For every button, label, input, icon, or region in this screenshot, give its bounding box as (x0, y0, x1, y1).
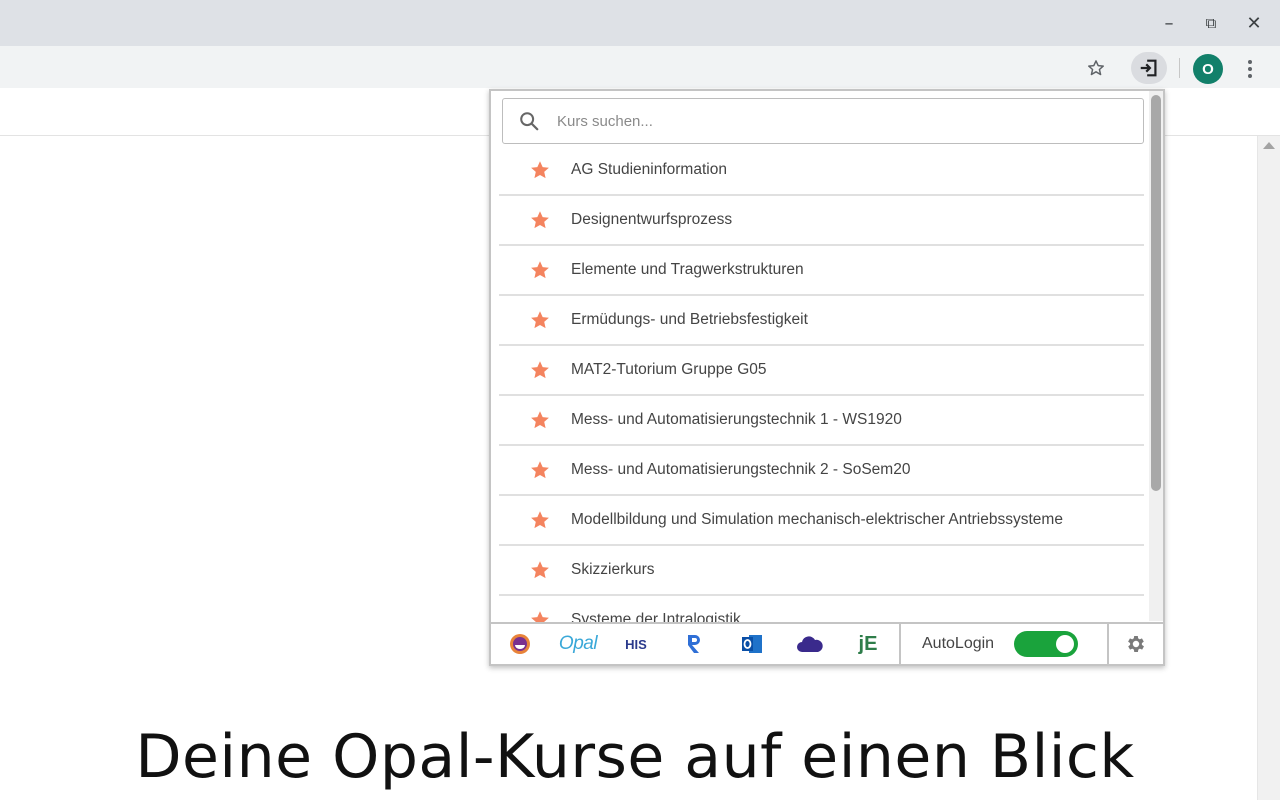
r-link[interactable] (665, 632, 723, 656)
course-label: Modellbildung und Simulation mechanisch-… (571, 511, 1063, 528)
r-icon (688, 635, 700, 653)
course-item[interactable]: Systeme der Intralogistik (499, 596, 1144, 622)
cloud-link[interactable] (781, 634, 839, 654)
course-label: Mess- und Automatisierungstechnik 1 - WS… (571, 411, 902, 428)
search-icon (503, 110, 555, 132)
course-item[interactable]: MAT2-Tutorium Gruppe G05 (499, 346, 1144, 396)
outlook-link[interactable] (723, 633, 781, 655)
favorite-star-icon[interactable] (529, 459, 557, 481)
outlook-icon (742, 635, 762, 653)
course-item[interactable]: Mess- und Automatisierungstechnik 1 - WS… (499, 396, 1144, 446)
gear-icon (1128, 636, 1144, 652)
opal-logo: Opal (558, 633, 598, 654)
favorite-star-icon[interactable] (529, 159, 557, 181)
course-label: AG Studieninformation (571, 161, 727, 178)
address-bar[interactable] (0, 50, 1118, 84)
restore-button[interactable]: ⧉ (1195, 8, 1227, 38)
course-item[interactable]: Ermüdungs- und Betriebsfestigkeit (499, 296, 1144, 346)
popup-scrollbar[interactable] (1149, 91, 1163, 621)
course-label: Skizzierkurs (571, 561, 655, 578)
course-label: Designentwurfsprozess (571, 211, 733, 228)
service-links: Opal HIS jE (491, 624, 901, 664)
avatar-initial: O (1202, 60, 1214, 78)
mensa-link[interactable] (491, 632, 549, 656)
close-window-button[interactable]: ✕ (1238, 8, 1270, 38)
course-label: MAT2-Tutorium Gruppe G05 (571, 361, 767, 378)
his-link[interactable]: HIS (607, 637, 665, 652)
course-item[interactable]: Modellbildung und Simulation mechanisch-… (499, 496, 1144, 546)
profile-avatar[interactable]: O (1193, 54, 1223, 84)
favorite-star-icon[interactable] (529, 259, 557, 281)
course-search-box[interactable] (502, 98, 1144, 144)
settings-button[interactable] (1109, 624, 1163, 664)
his-logo: HIS (625, 636, 647, 652)
mensa-icon (510, 634, 530, 654)
toolbar-divider (1179, 58, 1180, 78)
close-icon: ✕ (1246, 12, 1262, 34)
popup-scrollbar-thumb[interactable] (1151, 95, 1161, 491)
page-scrollbar[interactable] (1257, 136, 1280, 800)
favorite-star-icon[interactable] (529, 509, 557, 531)
course-label: Systeme der Intralogistik (571, 611, 741, 622)
course-list: AG Studieninformation Designentwurfsproze… (499, 146, 1144, 622)
toggle-knob (1056, 635, 1075, 653)
course-label: Mess- und Automatisierungstechnik 2 - So… (571, 461, 911, 478)
autologin-toggle[interactable] (1014, 631, 1079, 657)
course-label: Elemente und Tragwerkstrukturen (571, 261, 804, 278)
browser-toolbar: O (0, 46, 1280, 88)
extension-popup: AG Studieninformation Designentwurfsproze… (489, 89, 1165, 666)
opal-link[interactable]: Opal (549, 633, 607, 655)
favorite-star-icon[interactable] (529, 209, 557, 231)
favorite-star-icon[interactable] (529, 359, 557, 381)
minimize-icon: – (1164, 12, 1174, 34)
popup-footer: Opal HIS jE AutoLogin (491, 622, 1163, 664)
course-item[interactable]: AG Studieninformation (499, 146, 1144, 196)
scroll-up-arrow-icon[interactable] (1263, 142, 1275, 149)
bookmark-star-icon[interactable] (1082, 56, 1110, 80)
more-menu-icon[interactable] (1238, 56, 1262, 82)
promo-caption: Deine Opal-Kurse auf einen Blick (135, 722, 1135, 792)
minimize-button[interactable]: – (1153, 8, 1185, 38)
favorite-star-icon[interactable] (529, 309, 557, 331)
je-logo: jE (858, 632, 878, 655)
favorite-star-icon[interactable] (529, 409, 557, 431)
login-icon (1140, 59, 1157, 77)
cloud-icon (797, 636, 823, 652)
course-item[interactable]: Designentwurfsprozess (499, 196, 1144, 246)
autologin-label: AutoLogin (922, 635, 995, 652)
course-item[interactable]: Skizzierkurs (499, 546, 1144, 596)
autologin-control: AutoLogin (901, 624, 1109, 664)
favorite-star-icon[interactable] (529, 559, 557, 581)
course-item[interactable]: Elemente und Tragwerkstrukturen (499, 246, 1144, 296)
course-item[interactable]: Mess- und Automatisierungstechnik 2 - So… (499, 446, 1144, 496)
course-label: Ermüdungs- und Betriebsfestigkeit (571, 311, 808, 328)
favorite-star-icon[interactable] (529, 609, 557, 622)
browser-titlebar: – ⧉ ✕ (0, 0, 1280, 46)
restore-icon: ⧉ (1205, 14, 1217, 32)
search-input[interactable] (555, 111, 1119, 131)
je-link[interactable]: jE (839, 633, 897, 656)
extension-login-button[interactable] (1131, 52, 1167, 84)
